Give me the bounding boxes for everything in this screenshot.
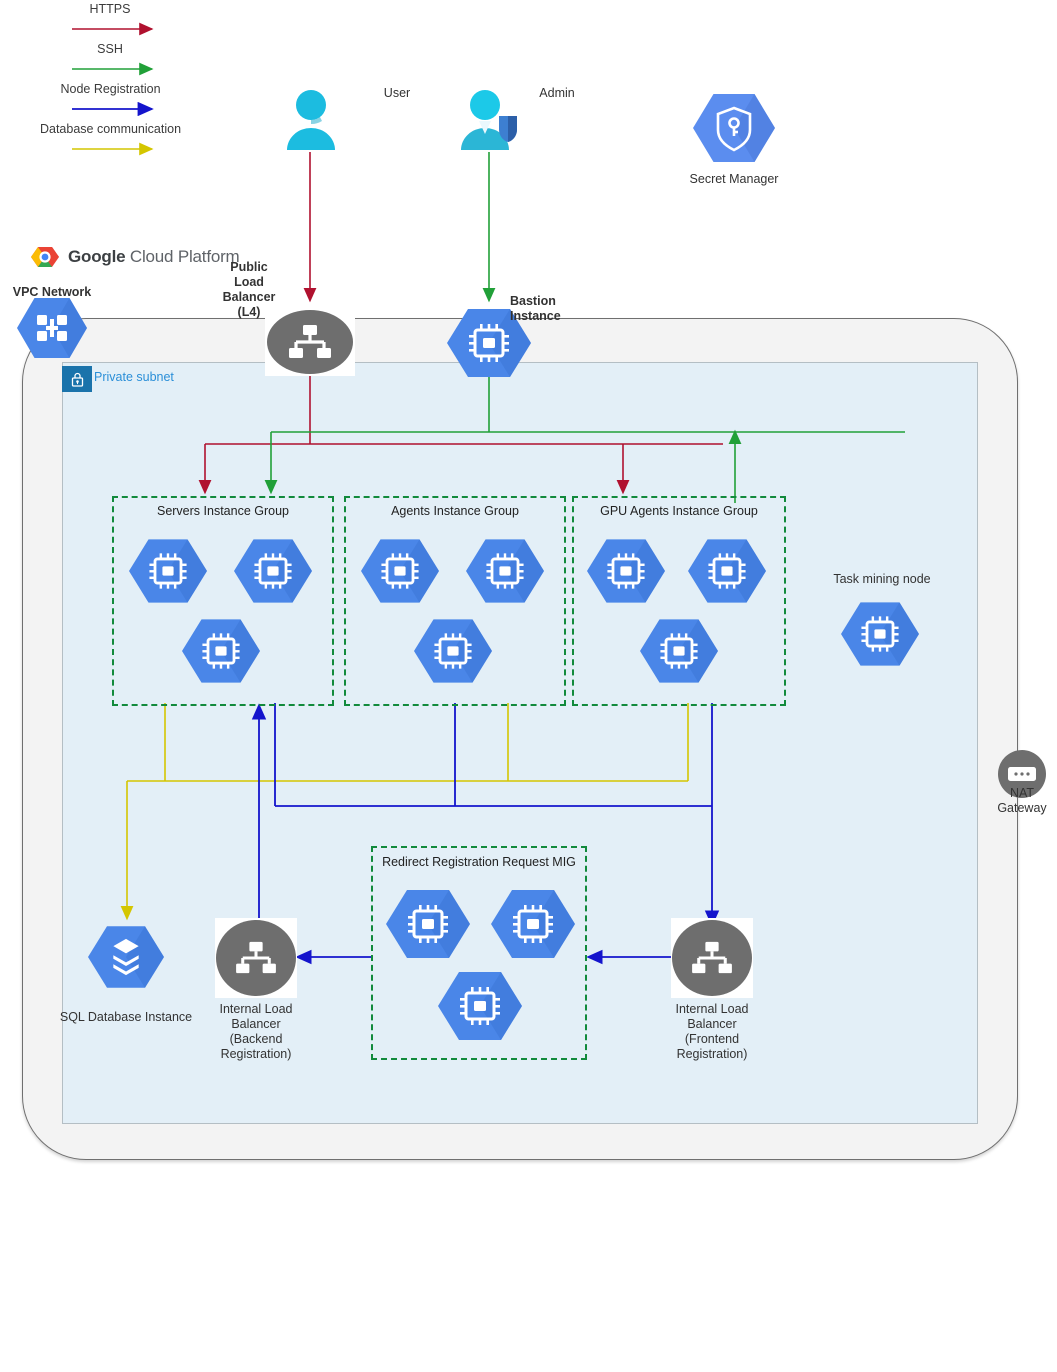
legend-label-ssh: SSH (97, 42, 123, 56)
legend-label-node-registration: Node Registration (60, 82, 161, 96)
admin-avatar-icon (457, 88, 523, 152)
legend-arrow-database (72, 142, 154, 156)
gpu-agents-instance-3-icon (640, 617, 718, 685)
secret-manager-label: Secret Manager (689, 172, 779, 186)
internal-lb-backend-icon (216, 920, 296, 996)
legend-label-database-communication: Database communication (39, 122, 182, 136)
internal-lb-backend-label: Internal Load Balancer (Backend Registra… (219, 1002, 293, 1061)
internal-lb-frontend-icon (672, 920, 752, 996)
servers-instance-1-icon (129, 537, 207, 605)
redirect-mig-instance-1-icon (386, 888, 470, 960)
bastion-instance-label: Bastion Instance (510, 294, 561, 323)
nat-gateway-label: NAT Gateway (997, 786, 1047, 815)
legend-label-https: HTTPS (89, 2, 131, 16)
task-mining-node-label: Task mining node (833, 572, 931, 586)
redirect-mig-instance-3-icon (438, 970, 522, 1042)
architecture-diagram: HTTPS SSH Node Registration Database com… (0, 0, 1057, 1372)
agents-instance-1-icon (361, 537, 439, 605)
legend-arrow-https (72, 22, 154, 36)
sql-database-instance-label: SQL Database Instance (59, 1010, 193, 1024)
servers-instance-2-icon (234, 537, 312, 605)
agents-instance-3-icon (414, 617, 492, 685)
vpc-network-label: VPC Network (12, 285, 92, 299)
user-avatar-icon (283, 88, 339, 152)
gpu-agents-instance-2-icon (688, 537, 766, 605)
servers-instance-3-icon (182, 617, 260, 685)
servers-instance-group-title: Servers Instance Group (156, 504, 289, 518)
gcp-brand-bold: Google (68, 247, 126, 266)
user-label: User (383, 86, 411, 100)
admin-label: Admin (539, 86, 575, 100)
public-lb-label: Public Load Balancer (L4) (222, 260, 276, 319)
vpc-network-icon (17, 297, 87, 359)
legend-arrow-ssh (72, 62, 154, 76)
redirect-mig-instance-2-icon (491, 888, 575, 960)
redirect-mig-title: Redirect Registration Request MIG (382, 855, 576, 869)
gpu-agents-instance-group-title: GPU Agents Instance Group (600, 504, 758, 518)
agents-instance-2-icon (466, 537, 544, 605)
internal-lb-frontend-label: Internal Load Balancer (Frontend Registr… (675, 1002, 749, 1061)
task-mining-node-icon (841, 600, 919, 668)
google-cloud-logo-icon (31, 247, 59, 267)
sql-database-instance-icon (88, 924, 164, 990)
lock-icon (62, 366, 92, 392)
secret-manager-icon (693, 92, 775, 164)
gpu-agents-instance-1-icon (587, 537, 665, 605)
legend-arrow-node-registration (72, 101, 154, 117)
agents-instance-group-title: Agents Instance Group (391, 504, 519, 518)
private-subnet-label: Private subnet (94, 370, 174, 384)
